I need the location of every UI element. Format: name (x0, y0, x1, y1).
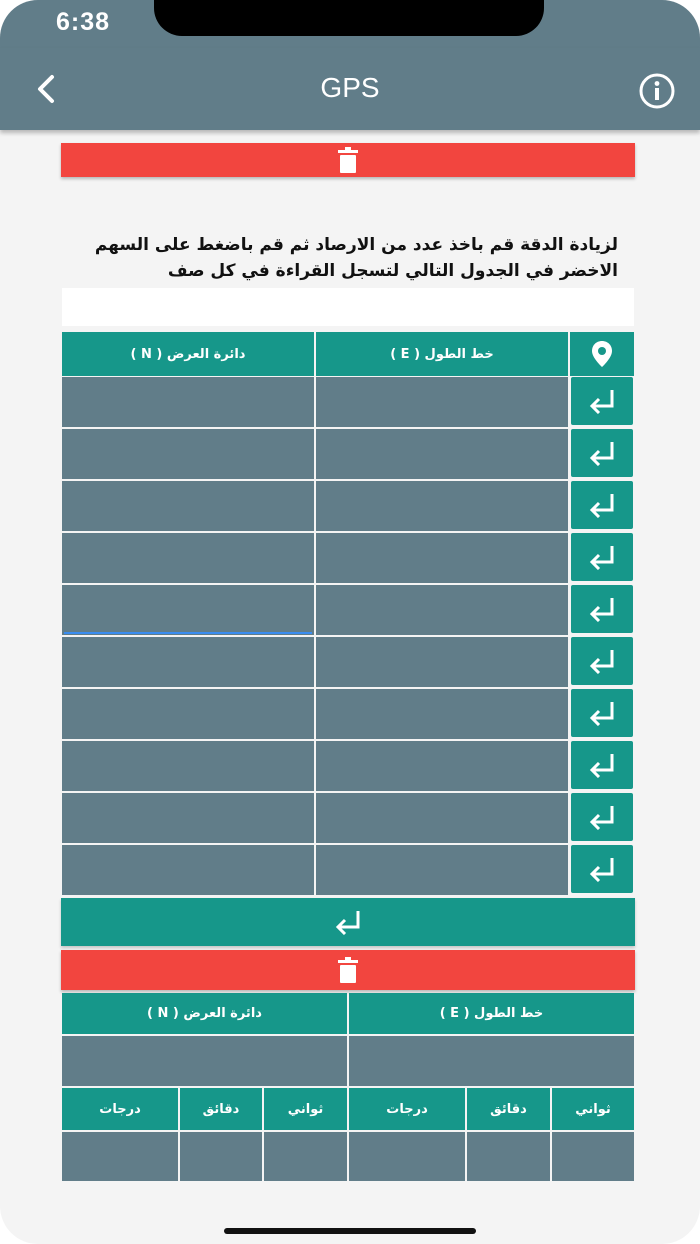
record-reading-button[interactable] (571, 793, 633, 841)
record-reading-button[interactable] (571, 585, 633, 633)
lon-seconds-value (552, 1132, 634, 1181)
reading-longitude-cell[interactable] (316, 637, 568, 687)
reading-longitude-cell[interactable] (316, 741, 568, 791)
delete-bottom-button[interactable] (61, 950, 635, 990)
reading-latitude-cell[interactable] (62, 689, 314, 739)
result-header-latitude: دائرة العرض ( N ) (62, 993, 347, 1034)
lat-degrees-value (62, 1132, 178, 1181)
compute-average-button[interactable] (61, 898, 635, 946)
lat-minutes-value (180, 1132, 262, 1181)
record-reading-button[interactable] (571, 741, 633, 789)
record-reading-button[interactable] (571, 845, 633, 893)
enter-arrow-icon (335, 911, 360, 935)
input-focus-indicator (64, 632, 312, 634)
app-screen: 6:38 GPS لزيادة الدقة قم باخذ عدد من الا… (0, 0, 700, 1244)
device-notch (154, 0, 544, 36)
enter-arrow-icon (589, 806, 614, 830)
delete-top-button[interactable] (61, 143, 635, 177)
trash-icon (338, 957, 358, 983)
reading-longitude-cell[interactable] (316, 689, 568, 739)
enter-arrow-icon (589, 390, 614, 414)
record-reading-button[interactable] (571, 377, 633, 425)
page-title: GPS (320, 72, 380, 103)
instructions-text: لزيادة الدقة قم باخذ عدد من الارصاد ثم ق… (94, 235, 618, 281)
reading-longitude-cell[interactable] (316, 533, 568, 583)
enter-arrow-icon (589, 494, 614, 518)
reading-latitude-cell[interactable] (62, 637, 314, 687)
result-header-longitude: خط الطول ( E ) (349, 993, 634, 1034)
enter-arrow-icon (589, 858, 614, 882)
record-reading-button[interactable] (571, 481, 633, 529)
reading-longitude-cell[interactable] (316, 793, 568, 843)
lat-seconds-header: ثواني (264, 1088, 347, 1130)
lon-seconds-header: ثواني (552, 1088, 634, 1130)
reading-latitude-cell[interactable] (62, 793, 314, 843)
header-latitude: دائرة العرض ( N ) (62, 332, 314, 376)
lon-degrees-header: درجات (349, 1088, 465, 1130)
record-reading-button[interactable] (571, 533, 633, 581)
app-bar: GPS (0, 48, 700, 130)
result-longitude-value (349, 1036, 634, 1086)
lon-minutes-value (467, 1132, 550, 1181)
lat-minutes-header: دقائق (180, 1088, 262, 1130)
reading-longitude-cell[interactable] (316, 429, 568, 479)
reading-longitude-cell[interactable] (316, 845, 568, 895)
enter-arrow-icon (589, 598, 614, 622)
reading-latitude-cell[interactable] (62, 481, 314, 531)
lat-degrees-header: درجات (62, 1088, 178, 1130)
lat-seconds-value (264, 1132, 347, 1181)
reading-latitude-cell[interactable] (62, 429, 314, 479)
enter-arrow-icon (589, 442, 614, 466)
reading-longitude-cell[interactable] (316, 585, 568, 635)
home-indicator (224, 1228, 476, 1234)
reading-latitude-cell[interactable] (62, 741, 314, 791)
record-reading-button[interactable] (571, 637, 633, 685)
trash-icon (338, 147, 358, 173)
info-circle-icon[interactable] (638, 72, 676, 110)
reading-latitude-cell[interactable] (62, 533, 314, 583)
reading-latitude-cell[interactable] (62, 377, 314, 427)
enter-arrow-icon (589, 650, 614, 674)
status-time: 6:38 (56, 8, 111, 36)
lon-degrees-value (349, 1132, 465, 1181)
result-latitude-value (62, 1036, 347, 1086)
reading-latitude-cell[interactable] (62, 845, 314, 895)
enter-arrow-icon (589, 546, 614, 570)
location-pin-icon (592, 341, 612, 367)
record-reading-button[interactable] (571, 689, 633, 737)
record-reading-button[interactable] (571, 429, 633, 477)
reading-longitude-cell[interactable] (316, 481, 568, 531)
reading-latitude-cell[interactable] (62, 585, 314, 635)
enter-arrow-icon (589, 702, 614, 726)
enter-arrow-icon (589, 754, 614, 778)
lon-minutes-header: دقائق (467, 1088, 550, 1130)
reading-longitude-cell[interactable] (316, 377, 568, 427)
note-field[interactable] (62, 288, 634, 326)
header-location (570, 332, 634, 376)
header-longitude: خط الطول ( E ) (316, 332, 568, 376)
